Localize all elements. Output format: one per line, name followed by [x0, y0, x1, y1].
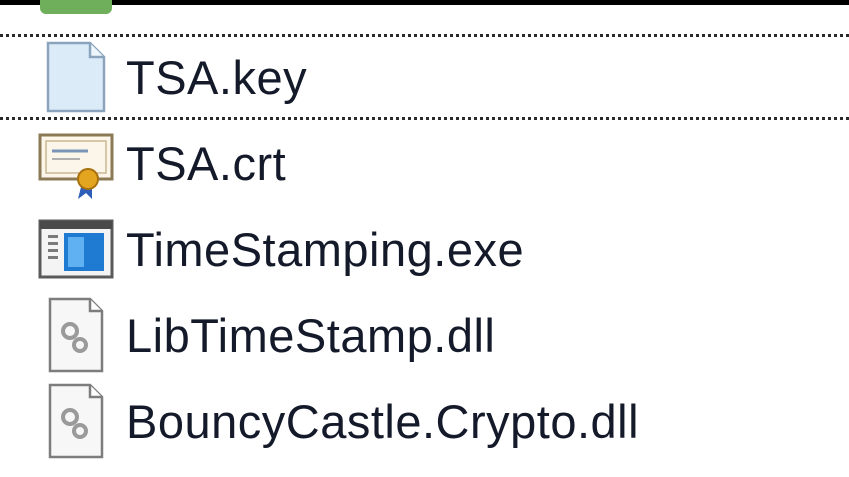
certificate-icon: [38, 133, 114, 199]
list-item-tsa-crt[interactable]: TSA.crt: [0, 120, 849, 206]
file-list: TSA.key TSA.crt TimeStamping.exe LibTime…: [0, 34, 849, 464]
list-item-timestamping-exe[interactable]: TimeStamping.exe: [0, 206, 849, 292]
file-name: TSA.crt: [126, 136, 287, 190]
list-item-libtimestamp-dll[interactable]: LibTimeStamp.dll: [0, 292, 849, 378]
dll-icon: [48, 297, 104, 373]
file-name: BouncyCastle.Crypto.dll: [126, 394, 640, 448]
exe-icon: [38, 219, 114, 279]
dll-icon: [48, 383, 104, 459]
file-name: TimeStamping.exe: [126, 222, 525, 276]
window-top-border: [0, 0, 849, 5]
file-name: TSA.key: [126, 50, 308, 104]
file-name: LibTimeStamp.dll: [126, 308, 496, 362]
folder-icon: [40, 0, 112, 14]
list-item-tsa-key[interactable]: TSA.key: [0, 34, 849, 120]
key-file-icon: [46, 41, 106, 113]
list-item-bouncycastle-crypto-dll[interactable]: BouncyCastle.Crypto.dll: [0, 378, 849, 464]
